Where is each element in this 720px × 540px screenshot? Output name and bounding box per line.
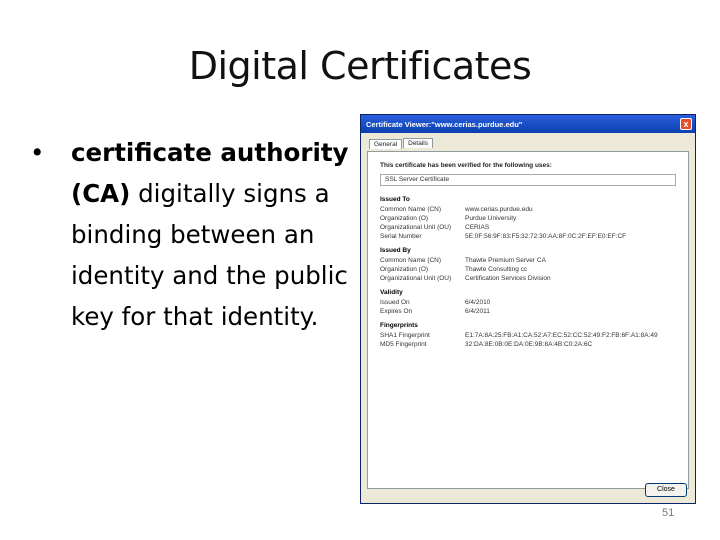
field-row: Common Name (CN) www.cerias.purdue.edu	[380, 206, 680, 215]
field-value: E1:7A:8A:25:FB:A1:CA:52:A7:EC:52:CC:52:4…	[465, 332, 658, 339]
field-label: Common Name (CN)	[380, 206, 442, 213]
field-label: Expires On	[380, 308, 413, 315]
uses-box: SSL Server Certificate	[380, 174, 676, 186]
issued-by-heading: Issued By	[380, 247, 411, 254]
field-row: Common Name (CN) Thawte Premium Server CA	[380, 257, 680, 266]
issued-to-heading: Issued To	[380, 196, 410, 203]
field-value: Purdue University	[465, 215, 517, 222]
field-row: Serial Number 5E:0F:56:9F:83:F5:32:72:30:…	[380, 233, 680, 242]
field-value: 6/4/2011	[465, 308, 490, 315]
field-row: SHA1 Fingerprint E1:7A:8A:25:FB:A1:CA:52:…	[380, 332, 680, 341]
field-value: Thawte Consulting cc	[465, 266, 528, 273]
field-label: SHA1 Fingerprint	[380, 332, 430, 339]
window-title: Certificate Viewer:"www.cerias.purdue.ed…	[366, 119, 523, 129]
field-row: Expires On 6/4/2011	[380, 308, 680, 317]
field-value: 32:DA:8E:0B:0E:DA:0E:9B:8A:4B:C0:2A:6C	[465, 341, 593, 348]
field-label: Common Name (CN)	[380, 257, 442, 264]
field-row: Organizational Unit (OU) CERIAS	[380, 224, 680, 233]
fingerprints-heading: Fingerprints	[380, 322, 418, 329]
certificate-viewer-window: Certificate Viewer:"www.cerias.purdue.ed…	[360, 114, 696, 504]
field-value: www.cerias.purdue.edu	[465, 206, 533, 213]
field-value: 5E:0F:56:9F:83:F5:32:72:30:AA:8F:0C:2F:E…	[465, 233, 627, 240]
field-label: Organizational Unit (OU)	[380, 275, 452, 282]
page-number: 51	[662, 507, 675, 519]
field-row: MD5 Fingerprint 32:DA:8E:0B:0E:DA:0E:9B:8…	[380, 341, 680, 350]
field-label: Issued On	[380, 299, 410, 306]
field-label: Organizational Unit (OU)	[380, 224, 452, 231]
verified-text: This certificate has been verified for t…	[380, 162, 552, 169]
field-row: Issued On 6/4/2010	[380, 299, 680, 308]
field-label: Serial Number	[380, 233, 422, 240]
field-row: Organization (O) Thawte Consulting cc	[380, 266, 680, 275]
validity-heading: Validity	[380, 289, 403, 296]
tab-details[interactable]: Details	[403, 138, 433, 148]
field-label: Organization (O)	[380, 266, 429, 273]
field-value: CERIAS	[465, 224, 490, 231]
field-value: Thawte Premium Server CA	[465, 257, 546, 264]
field-value: 6/4/2010	[465, 299, 491, 306]
field-row: Organizational Unit (OU) Certification Se…	[380, 275, 680, 284]
tab-general[interactable]: General	[369, 139, 403, 149]
close-button[interactable]: Close	[645, 483, 687, 497]
field-value: Certification Services Division	[465, 275, 551, 282]
close-icon[interactable]: x	[680, 118, 692, 130]
field-row: Organization (O) Purdue University	[380, 215, 680, 224]
tab-bar: General Details	[369, 138, 434, 149]
bullet-text: certificate authority (CA) digitally sig…	[71, 132, 351, 337]
field-label: Organization (O)	[380, 215, 429, 222]
bullet-dot: •	[30, 138, 45, 167]
field-label: MD5 Fingerprint	[380, 341, 427, 348]
general-panel: This certificate has been verified for t…	[367, 151, 689, 489]
slide-title: Digital Certificates	[188, 44, 532, 88]
window-titlebar[interactable]: Certificate Viewer:"www.cerias.purdue.ed…	[361, 115, 695, 133]
